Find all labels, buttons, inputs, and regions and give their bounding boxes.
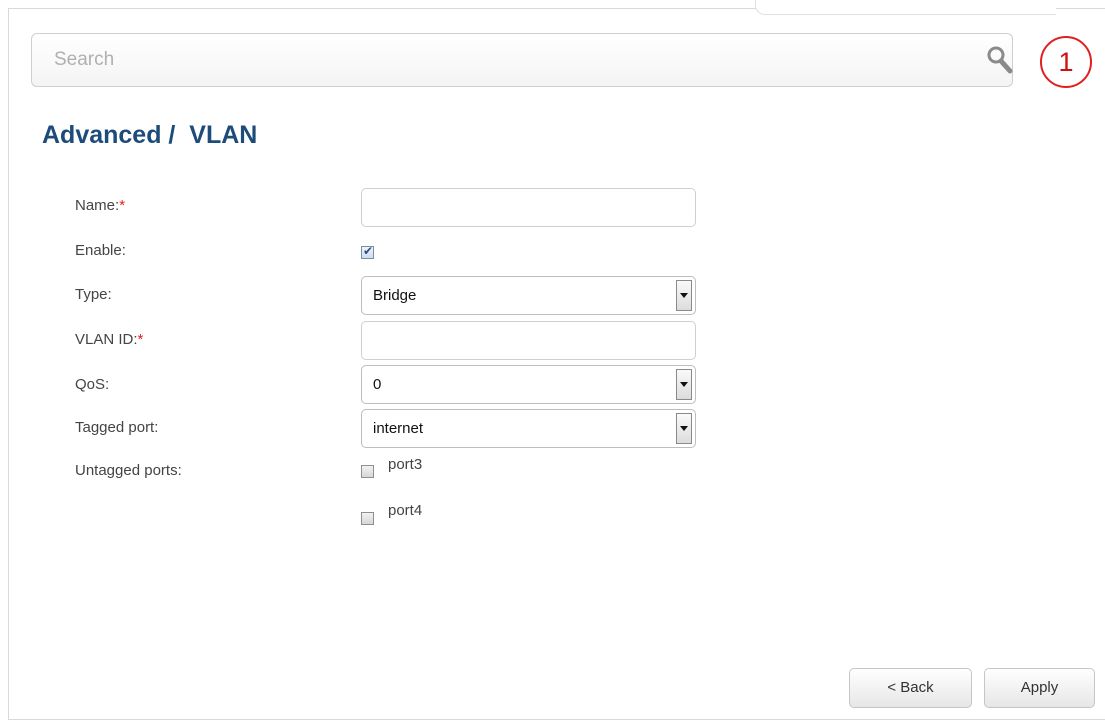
- tagged-port-label: Tagged port:: [75, 419, 159, 436]
- tagged-port-select[interactable]: internet: [361, 409, 696, 448]
- required-mark: *: [137, 331, 144, 348]
- port4-checkbox[interactable]: [361, 512, 374, 525]
- name-label: Name:: [75, 197, 120, 214]
- checkmark-icon: ✔: [363, 244, 374, 258]
- name-label-row: Name:*: [75, 197, 125, 214]
- search-input[interactable]: [32, 34, 932, 86]
- vlan-id-label-row: VLAN ID:*: [75, 331, 143, 348]
- qos-label: QoS:: [75, 376, 110, 393]
- enable-checkbox[interactable]: ✔: [361, 244, 374, 259]
- tagged-port-selected-value: internet: [373, 420, 424, 437]
- vlan-id-label: VLAN ID:: [75, 331, 138, 348]
- notification-badge[interactable]: 1: [1040, 36, 1092, 88]
- chevron-down-icon[interactable]: [676, 413, 692, 444]
- enable-label: Enable:: [75, 242, 126, 259]
- untagged-ports-label: Untagged ports:: [75, 462, 182, 479]
- main-panel: [8, 8, 1105, 720]
- qos-selected-value: 0: [373, 376, 382, 393]
- panel-tab-edge: [755, 0, 1056, 15]
- chevron-down-icon[interactable]: [676, 369, 692, 400]
- page-title: Advanced / VLAN: [42, 121, 258, 149]
- port3-checkbox[interactable]: [361, 465, 374, 478]
- back-button[interactable]: < Back: [849, 668, 972, 708]
- vlan-id-field[interactable]: [361, 321, 696, 360]
- apply-button[interactable]: Apply: [984, 668, 1095, 708]
- required-mark: *: [119, 197, 126, 214]
- type-select[interactable]: Bridge: [361, 276, 696, 315]
- search-icon[interactable]: [986, 45, 1014, 75]
- type-label: Type:: [75, 286, 112, 303]
- port3-label: port3: [388, 456, 423, 473]
- port4-label: port4: [388, 502, 423, 519]
- qos-select[interactable]: 0: [361, 365, 696, 404]
- search-bar[interactable]: [31, 33, 1013, 87]
- chevron-down-icon[interactable]: [676, 280, 692, 311]
- type-selected-value: Bridge: [373, 287, 417, 304]
- name-field[interactable]: [361, 188, 696, 227]
